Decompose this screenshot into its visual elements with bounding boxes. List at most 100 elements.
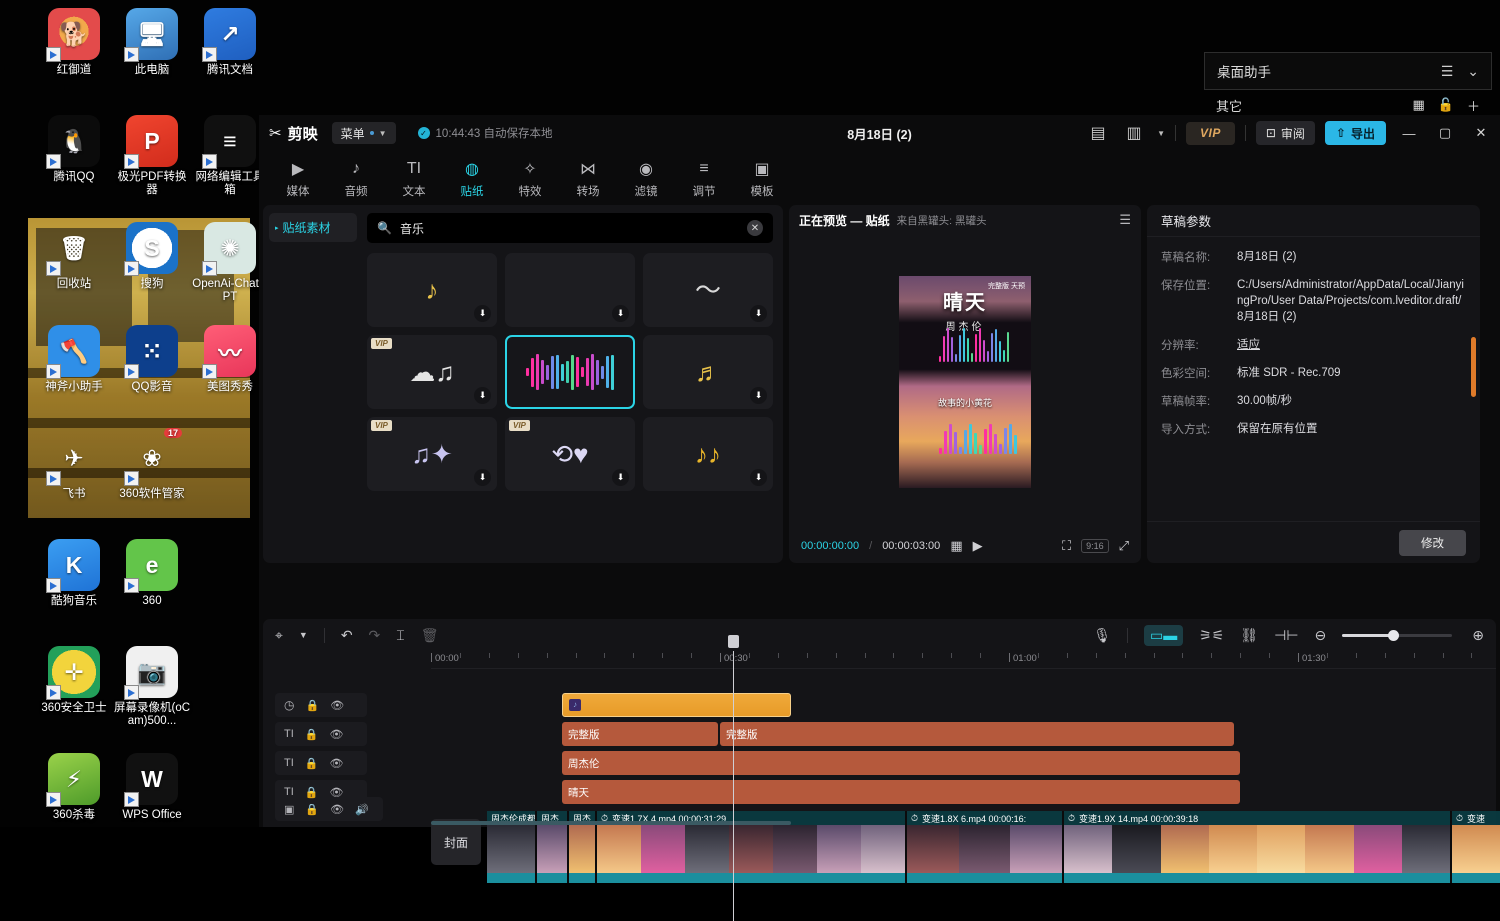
desktop-assistant-widget[interactable]: 桌面助手 ☰ ⌄ 其它 ▦ 🔓 ＋	[1204, 52, 1492, 120]
timeline-ruler[interactable]: 00:0000:3001:0001:30	[431, 651, 1496, 669]
download-icon[interactable]: ⬇	[612, 469, 629, 486]
close-button[interactable]: ✕	[1468, 122, 1494, 144]
playhead-handle[interactable]	[728, 635, 739, 648]
download-icon[interactable]: ⬇	[474, 305, 491, 322]
trash-icon[interactable]: 🗑	[421, 627, 439, 644]
link-icon[interactable]: ⛓	[1240, 627, 1258, 644]
desktop-icon-6[interactable]: 🗑回收站	[34, 222, 114, 291]
desktop-icon-17[interactable]: 📷屏幕录像机(oCam)500...	[112, 646, 192, 728]
download-icon[interactable]: ⬇	[474, 387, 491, 404]
sticker-cell-2[interactable]: 〜⬇	[643, 253, 773, 327]
sticker-cell-8[interactable]: ♪♪⬇	[643, 417, 773, 491]
chevron-down-icon[interactable]: ⌄	[1467, 63, 1479, 80]
tool-tab-转场[interactable]: ⋈转场	[559, 158, 617, 199]
redo-icon[interactable]: ↷	[369, 627, 381, 644]
modify-button[interactable]: 修改	[1399, 530, 1466, 556]
text-clip-artist[interactable]: 周杰伦	[562, 751, 1240, 775]
desktop-icon-5[interactable]: ≡网络编辑工具箱	[190, 115, 270, 197]
sticker-clip[interactable]: ♪	[562, 693, 791, 717]
menu-button[interactable]: 菜单 ▼	[332, 122, 396, 144]
autosnap-icon[interactable]: ⚞⚟	[1199, 627, 1224, 644]
video-canvas[interactable]: 完整版 天预 晴天 周杰伦 故事的小黄花	[899, 276, 1031, 488]
desktop-icon-3[interactable]: 🐧腾讯QQ	[34, 115, 114, 184]
video-clip-4[interactable]: ⏱变速1.8X 6.mp4 00:00:16:	[907, 811, 1064, 883]
caption-icon[interactable]: ▤	[1085, 122, 1111, 144]
text-clip-1[interactable]: 完整版	[720, 722, 1234, 746]
hamburger-icon[interactable]: ☰	[1441, 63, 1454, 80]
desktop-icon-9[interactable]: 🪓神斧小助手	[34, 325, 114, 394]
magnet-icon[interactable]: ▭▬	[1144, 625, 1183, 646]
desktop-icon-11[interactable]: 〰美图秀秀	[190, 325, 270, 394]
video-clip-5[interactable]: ⏱变速1.9X 14.mp4 00:00:39:18	[1064, 811, 1452, 883]
text-clip-0[interactable]: 完整版	[562, 722, 718, 746]
search-input[interactable]: 🔍 音乐 ✕	[367, 213, 773, 243]
sticker-cell-1[interactable]: ⬇	[505, 253, 635, 327]
text-clip-title[interactable]: 晴天	[562, 780, 1240, 804]
tool-tab-调节[interactable]: ≡调节	[675, 158, 733, 199]
undo-icon[interactable]: ↶	[341, 627, 353, 644]
tool-tab-模板[interactable]: ▣模板	[733, 158, 791, 199]
preview-stage[interactable]: 完整版 天预 晴天 周杰伦 故事的小黄花	[789, 235, 1141, 529]
sticker-cell-5[interactable]: ♬⬇	[643, 335, 773, 409]
tool-tab-媒体[interactable]: ▶媒体	[269, 158, 327, 199]
chevron-down-icon[interactable]: ▼	[299, 630, 308, 640]
desktop-icon-7[interactable]: S搜狗	[112, 222, 192, 291]
sticker-cell-3[interactable]: VIP☁♫⬇	[367, 335, 497, 409]
sticker-cell-0[interactable]: ♪⬇	[367, 253, 497, 327]
cursor-icon[interactable]: ⌖	[275, 627, 283, 644]
minimize-button[interactable]: —	[1396, 122, 1422, 144]
export-button[interactable]: ⇧ 导出	[1325, 121, 1386, 145]
zoom-in-icon[interactable]: ⊕	[1472, 627, 1484, 644]
tool-tab-贴纸[interactable]: ◍贴纸	[443, 158, 501, 199]
desktop-icon-10[interactable]: ⁙QQ影音	[112, 325, 192, 394]
download-icon[interactable]: ⬇	[750, 305, 767, 322]
lock-icon[interactable]: 🔒	[305, 699, 319, 712]
category-sticker-material[interactable]: ▸ 贴纸素材	[269, 213, 357, 242]
desktop-icon-15[interactable]: e360	[112, 539, 192, 608]
desktop-icon-18[interactable]: ⚡360杀毒	[34, 753, 114, 822]
grid-icon[interactable]: ▦	[1413, 97, 1425, 113]
lock-icon[interactable]: 🔒	[305, 786, 319, 799]
tool-tab-特效[interactable]: ✧特效	[501, 158, 559, 199]
sticker-cell-7[interactable]: VIP⟲♥⬇	[505, 417, 635, 491]
layout-icon[interactable]: ▥	[1121, 122, 1147, 144]
lock-icon[interactable]: 🔒	[305, 803, 319, 816]
desktop-icon-4[interactable]: P极光PDF转换器	[112, 115, 192, 197]
lock-icon[interactable]: 🔒	[305, 757, 319, 770]
lock-icon[interactable]: 🔒	[305, 728, 319, 741]
tool-tab-音频[interactable]: ♪音频	[327, 158, 385, 199]
desktop-icon-0[interactable]: 🐕红御道	[34, 8, 114, 77]
playhead[interactable]	[733, 651, 734, 921]
eye-icon[interactable]: 👁	[330, 699, 344, 712]
desktop-icon-8[interactable]: ✺OpenAi-ChatGPT	[190, 222, 270, 304]
video-clip-6[interactable]: ⏱变速	[1452, 811, 1500, 883]
hamburger-icon[interactable]: ☰	[1119, 212, 1131, 228]
maximize-button[interactable]: ▢	[1432, 122, 1458, 144]
sticker-cell-4[interactable]	[505, 335, 635, 409]
desktop-icon-12[interactable]: ✈飞书	[34, 432, 114, 501]
desktop-icon-1[interactable]: 🖥此电脑	[112, 8, 192, 77]
microphone-icon[interactable]: 🎙	[1093, 627, 1111, 644]
download-icon[interactable]: ⬇	[474, 469, 491, 486]
fit-icon[interactable]: ⛶	[1062, 538, 1071, 554]
review-button[interactable]: ⊡ 审阅	[1256, 121, 1315, 145]
zoom-out-icon[interactable]: ⊖	[1315, 627, 1327, 644]
fullscreen-icon[interactable]: ⤢	[1119, 538, 1129, 554]
zoom-slider-knob[interactable]	[1388, 630, 1399, 641]
chevron-down-icon[interactable]: ▼	[1157, 129, 1165, 138]
split-icon[interactable]: ⌶	[396, 627, 404, 644]
eye-icon[interactable]: 👁	[329, 728, 343, 741]
sticker-cell-6[interactable]: VIP♫✦⬇	[367, 417, 497, 491]
desktop-icon-14[interactable]: K酷狗音乐	[34, 539, 114, 608]
download-icon[interactable]: ⬇	[750, 469, 767, 486]
download-icon[interactable]: ⬇	[750, 387, 767, 404]
download-icon[interactable]: ⬇	[612, 305, 629, 322]
storyboard-icon[interactable]: ▦	[950, 538, 962, 554]
play-icon[interactable]: ▶	[973, 538, 983, 554]
vip-button[interactable]: VIP	[1186, 122, 1235, 145]
eye-icon[interactable]: 👁	[330, 803, 344, 816]
tool-tab-滤镜[interactable]: ◉滤镜	[617, 158, 675, 199]
desktop-icon-2[interactable]: ↗腾讯文档	[190, 8, 270, 77]
scrollbar-thumb[interactable]	[1471, 337, 1476, 397]
waveform-sticker[interactable]	[939, 328, 1009, 362]
